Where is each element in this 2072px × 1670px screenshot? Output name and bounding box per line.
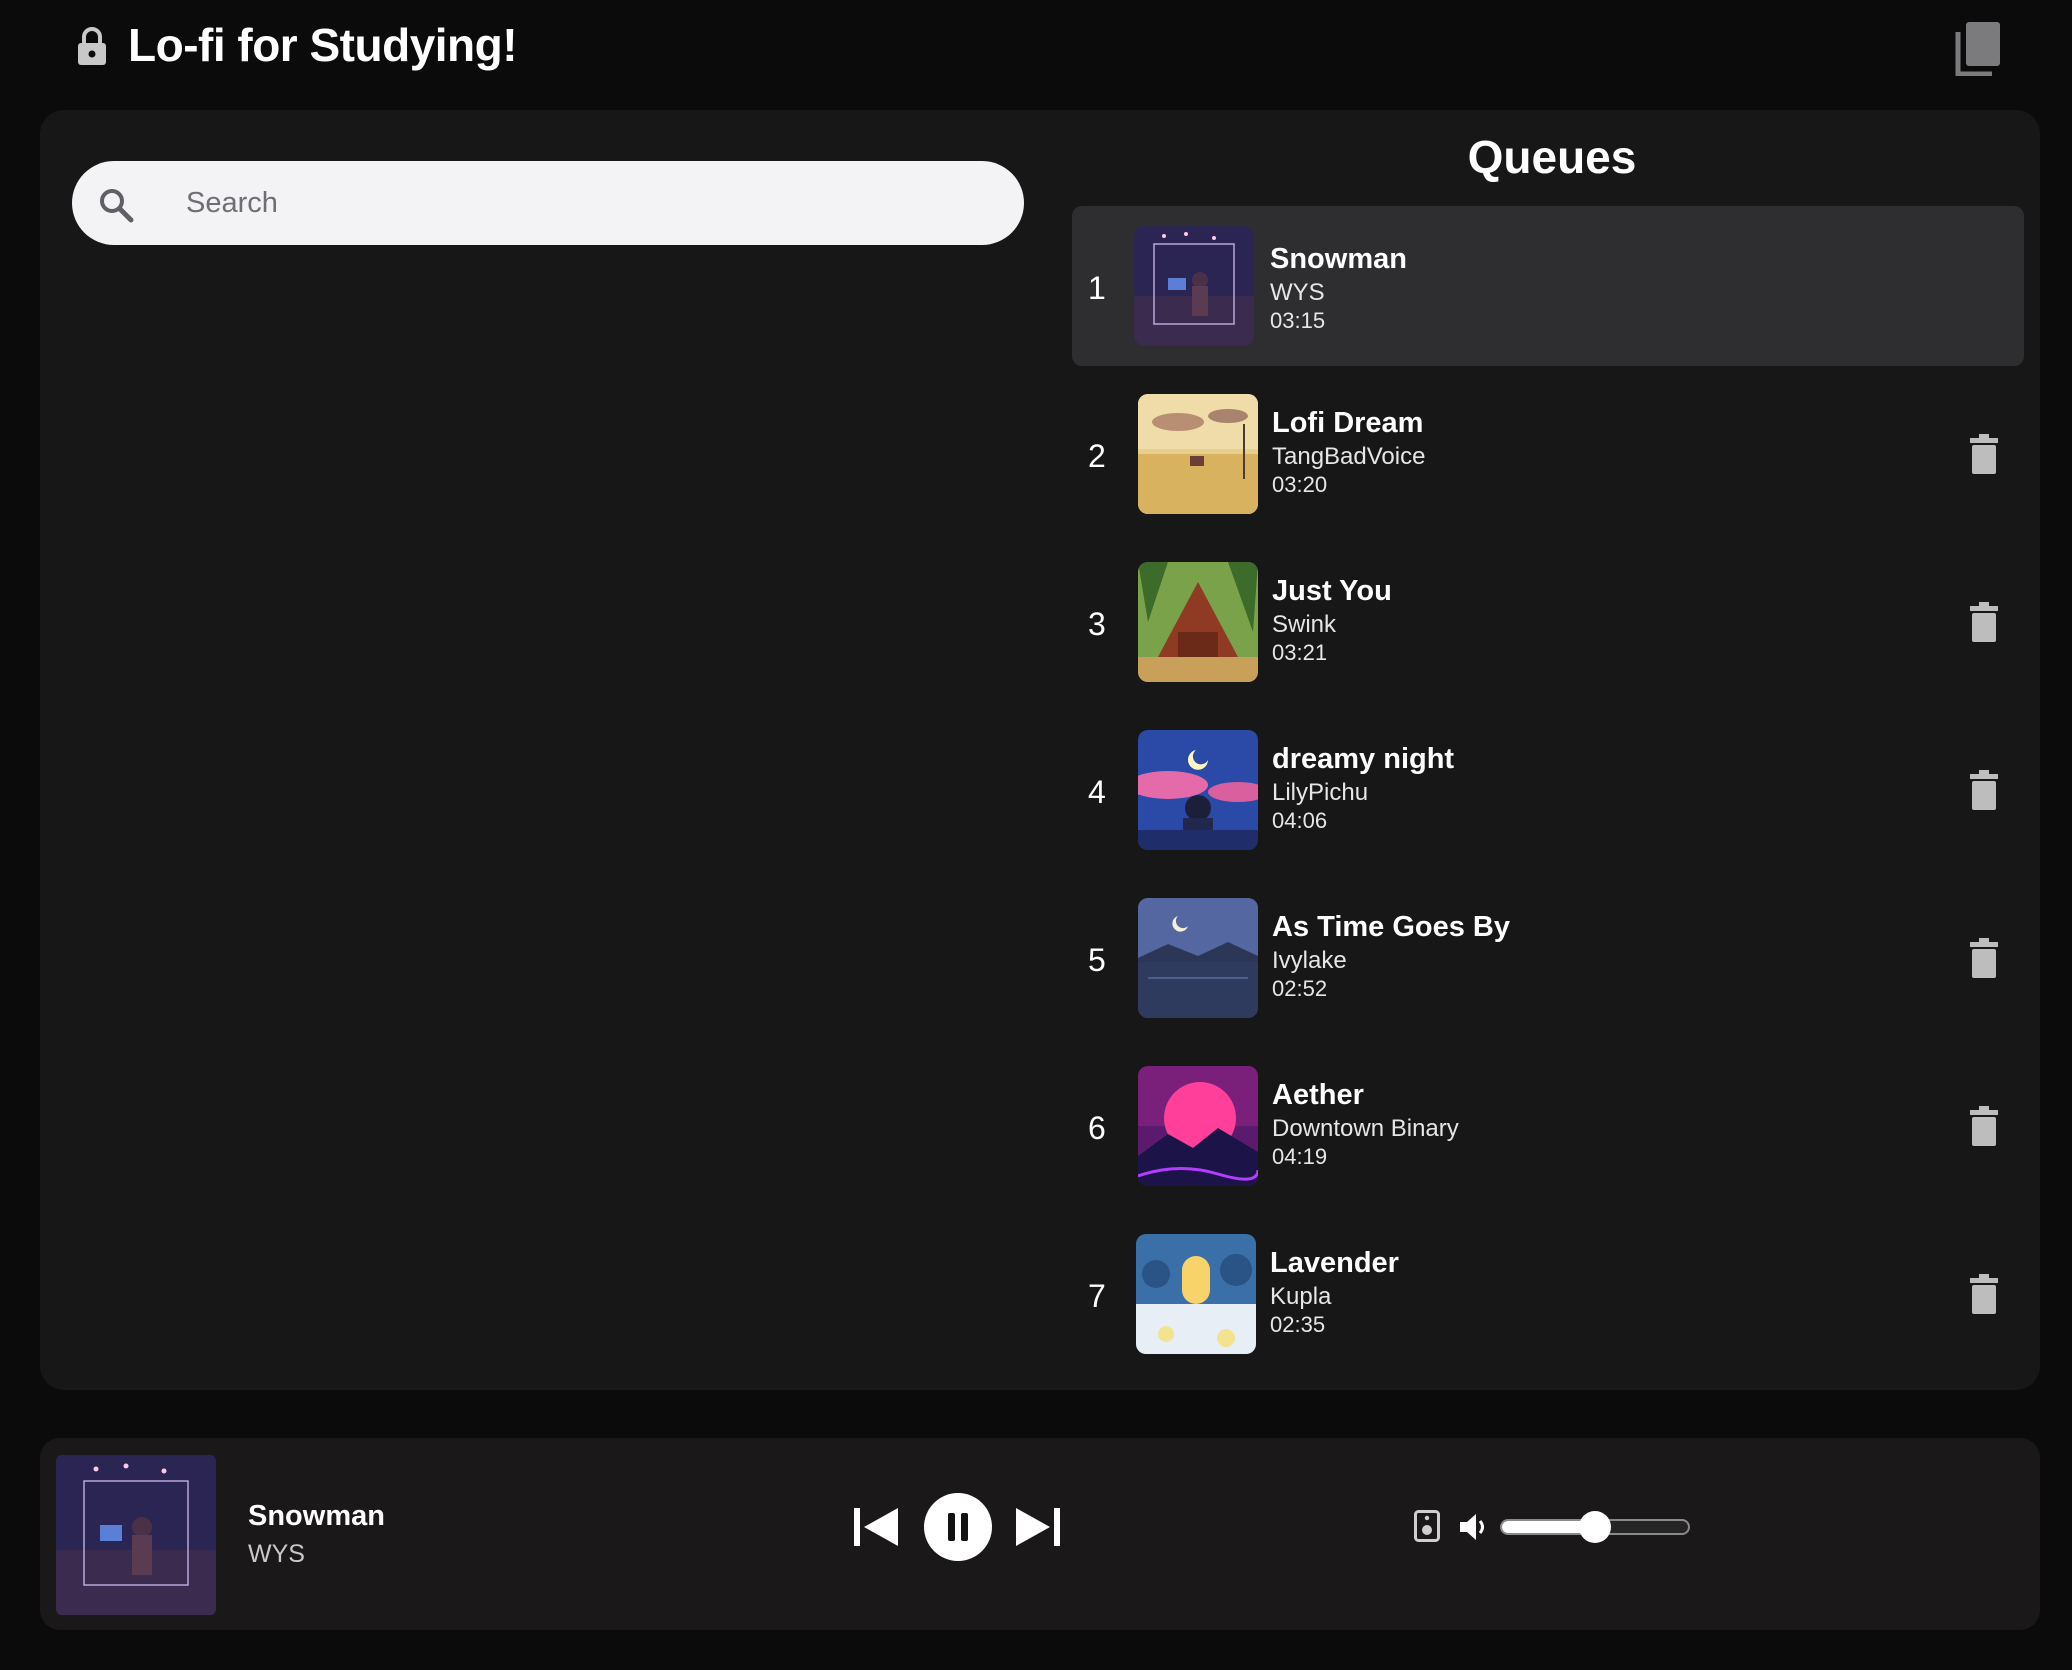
player-bar: Snowman WYS: [40, 1438, 2040, 1630]
queue-list: 1 Snowman WYS 03:15 2 Lofi Dream TangBad…: [1072, 206, 2024, 1382]
skip-next-icon[interactable]: [1014, 1506, 1062, 1548]
now-playing-artist: WYS: [248, 1540, 305, 1568]
track-number: 4: [1088, 774, 1106, 810]
album-art: [1138, 394, 1258, 514]
speaker-icon[interactable]: [1414, 1510, 1440, 1542]
album-art: [1138, 730, 1258, 850]
volume-slider-thumb[interactable]: [1579, 1511, 1611, 1543]
album-art: [1138, 898, 1258, 1018]
album-art: [1134, 226, 1254, 346]
volume-icon[interactable]: [1458, 1512, 1490, 1542]
search-icon: [100, 189, 134, 223]
trash-icon[interactable]: [1970, 1274, 1998, 1314]
track-artist: WYS: [1270, 279, 1325, 306]
track-info: Lavender Kupla 02:35: [1270, 1246, 1399, 1338]
top-bar: Lo-fi for Studying!: [0, 0, 2072, 100]
search-box[interactable]: [72, 161, 1026, 245]
track-number: 1: [1088, 270, 1106, 306]
track-artist: Downtown Binary: [1272, 1115, 1459, 1142]
track-title: dreamy night: [1272, 743, 1455, 775]
track-duration: 04:06: [1272, 808, 1328, 833]
track-title: Snowman: [1270, 243, 1407, 275]
track-info: As Time Goes By Ivylake 02:52: [1272, 910, 1510, 1002]
queue-row[interactable]: 6 Aether Downtown Binary 04:19: [1072, 1046, 2024, 1214]
track-duration: 03:15: [1270, 308, 1326, 333]
track-title: Lavender: [1270, 1247, 1399, 1279]
track-artist: Ivylake: [1272, 947, 1347, 974]
trash-icon[interactable]: [1970, 602, 1998, 642]
track-duration: 02:52: [1272, 976, 1328, 1001]
track-number: 6: [1088, 1110, 1106, 1146]
now-playing-title: Snowman: [248, 1500, 385, 1532]
trash-icon[interactable]: [1970, 770, 1998, 810]
track-artist: LilyPichu: [1272, 779, 1369, 806]
track-duration: 04:19: [1272, 1144, 1328, 1169]
queue-row[interactable]: 5 As Time Goes By Ivylake 02:52: [1072, 878, 2024, 1046]
track-info: dreamy night LilyPichu 04:06: [1272, 742, 1454, 834]
album-art: [1138, 562, 1258, 682]
track-number: 7: [1088, 1278, 1106, 1314]
track-artist: TangBadVoice: [1272, 443, 1426, 470]
queue-row[interactable]: 1 Snowman WYS 03:15: [1072, 206, 2024, 366]
skip-previous-icon[interactable]: [852, 1506, 900, 1548]
trash-icon[interactable]: [1970, 938, 1998, 978]
track-info: Snowman WYS 03:15: [1270, 242, 1407, 334]
copy-icon[interactable]: [1954, 20, 2002, 76]
track-number: 5: [1088, 942, 1106, 978]
search-input[interactable]: [152, 161, 1026, 245]
album-art: [1138, 1066, 1258, 1186]
track-info: Lofi Dream TangBadVoice 03:20: [1272, 406, 1425, 498]
queue-row[interactable]: 2 Lofi Dream TangBadVoice 03:20: [1072, 374, 2024, 542]
track-number: 3: [1088, 606, 1106, 642]
track-info: Just You Swink 03:21: [1272, 574, 1392, 666]
track-title: Aether: [1272, 1079, 1364, 1111]
track-artist: Swink: [1272, 611, 1337, 638]
track-title: Just You: [1272, 575, 1392, 607]
trash-icon[interactable]: [1970, 1106, 1998, 1146]
queue-row[interactable]: 4 dreamy night LilyPichu 04:06: [1072, 710, 2024, 878]
track-info: Aether Downtown Binary 04:19: [1272, 1078, 1459, 1170]
pause-icon[interactable]: [924, 1493, 992, 1561]
track-artist: Kupla: [1270, 1283, 1332, 1310]
track-duration: 03:21: [1272, 640, 1328, 665]
track-title: Lofi Dream: [1272, 407, 1424, 439]
track-duration: 02:35: [1270, 1312, 1326, 1337]
queue-row[interactable]: 7 Lavender Kupla 02:35: [1072, 1214, 2024, 1382]
now-playing-art: [56, 1455, 216, 1615]
volume-slider[interactable]: [1500, 1511, 1690, 1543]
trash-icon[interactable]: [1970, 434, 1998, 474]
main-panel: Queues 1 Snowman WYS 03:15 2: [40, 110, 2040, 1390]
queue-row[interactable]: 3 Just You Swink 03:21: [1072, 542, 2024, 710]
album-art: [1136, 1234, 1256, 1354]
queue-heading: Queues: [1467, 131, 1637, 183]
track-title: As Time Goes By: [1272, 911, 1511, 943]
lock-icon: [78, 27, 106, 65]
track-duration: 03:20: [1272, 472, 1328, 497]
track-number: 2: [1088, 438, 1106, 474]
page-title: Lo-fi for Studying!: [128, 19, 518, 71]
